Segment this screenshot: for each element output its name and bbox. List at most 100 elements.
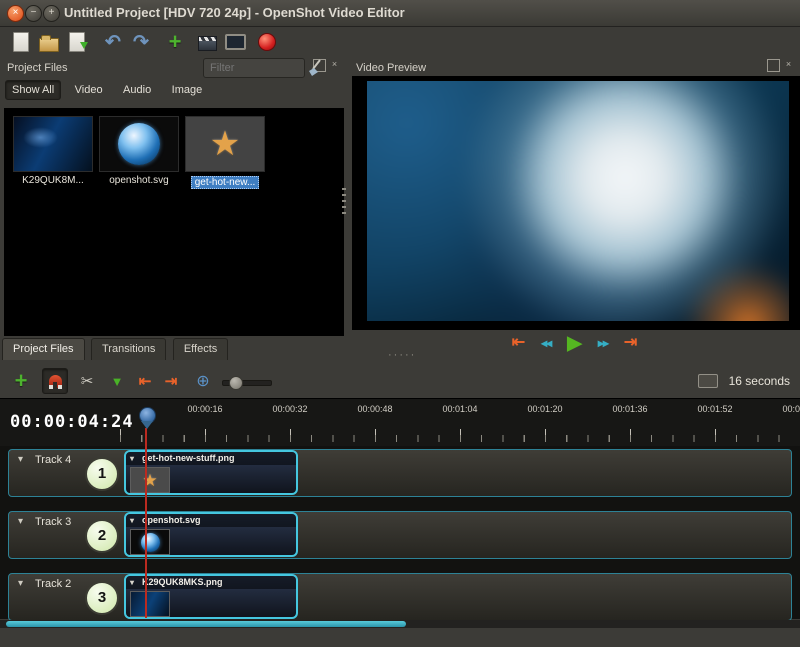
filter-input[interactable] [203, 58, 305, 78]
import-files-button[interactable]: + [162, 29, 188, 55]
track-row-2: ▾ Track 2 3 ▾ K29QUK8MKS.png [8, 573, 792, 621]
video-preview-header: Video Preview [356, 58, 426, 76]
snapping-toggle-button[interactable] [42, 368, 68, 394]
panel-detach-icon[interactable] [767, 59, 780, 72]
redo-icon: ↷ [133, 33, 149, 52]
previous-marker-icon: ⇤ [139, 372, 152, 390]
plus-icon: + [169, 31, 182, 53]
timeline-scrollbar[interactable] [0, 620, 800, 628]
play-button[interactable]: ▶ [567, 334, 582, 353]
timeline-zoom-slider[interactable] [222, 380, 272, 386]
clip-get-hot-new-stuff[interactable]: ▾ get-hot-new-stuff.png ★ [124, 450, 298, 495]
preview-area [352, 76, 800, 330]
vertical-splitter-handle[interactable] [342, 188, 346, 216]
clapperboard-icon [198, 36, 217, 51]
ruler-label: 00:00:48 [345, 404, 405, 414]
zoom-scale-label: 16 seconds [729, 374, 790, 388]
filter-audio-button[interactable]: Audio [116, 80, 158, 100]
title-bar[interactable]: × − + Untitled Project [HDV 720 24p] - O… [0, 0, 800, 27]
plus-icon: + [15, 370, 28, 392]
timeline-scrollbar-thumb[interactable] [6, 621, 406, 627]
file-filter-row: Show All Video Audio Image [5, 80, 211, 104]
save-arrow-icon [80, 42, 88, 53]
scissors-icon: ✂ [81, 372, 94, 390]
open-project-button[interactable] [36, 29, 62, 55]
window-minimize-button[interactable]: − [25, 5, 42, 22]
clip-chevron-icon[interactable]: ▾ [130, 576, 134, 589]
timeline-ruler[interactable]: 00:00:04:24 00:00:16 00:00:32 00:00:48 0… [0, 398, 800, 447]
clip-k29quk8mks[interactable]: ▾ K29QUK8MKS.png [124, 574, 298, 619]
fast-forward-button[interactable]: ▸▸ [598, 337, 608, 349]
new-project-button[interactable] [8, 29, 34, 55]
ruler-label: 00:01:20 [515, 404, 575, 414]
save-project-button[interactable] [64, 29, 90, 55]
clear-filter-button[interactable] [305, 57, 327, 79]
zoom-scale-display: 16 seconds [698, 372, 790, 390]
playhead-line [145, 428, 147, 618]
undo-icon: ↶ [105, 33, 121, 52]
rewind-button[interactable]: ◂◂ [541, 337, 551, 349]
panel-close-icon[interactable]: × [329, 59, 340, 70]
clip-name: get-hot-new-stuff.png [142, 453, 234, 463]
track-name: Track 4 [35, 454, 71, 466]
panel-close-icon[interactable]: × [783, 59, 794, 70]
record-icon [258, 33, 276, 51]
video-frame [367, 81, 789, 321]
openshot-logo [141, 533, 160, 552]
jump-start-button[interactable]: ⇤ [512, 335, 525, 351]
broom-icon [305, 57, 327, 79]
track-chevron-icon[interactable]: ▾ [18, 578, 23, 589]
file-item-selected[interactable]: ★ get-hot-new... [182, 116, 268, 190]
tab-transitions[interactable]: Transitions [91, 338, 166, 360]
open-folder-icon [39, 38, 59, 52]
track-chevron-icon[interactable]: ▾ [18, 454, 23, 465]
new-project-icon [13, 32, 29, 52]
clip-name: K29QUK8MKS.png [142, 577, 223, 587]
playback-controls: ⇤ ◂◂ ▶ ▸▸ ⇥ [349, 330, 800, 356]
tab-effects[interactable]: Effects [173, 338, 228, 360]
next-marker-button[interactable]: ⇥ [158, 368, 184, 394]
clip-thumbnail: ★ [130, 467, 170, 493]
jump-end-button[interactable]: ⇥ [624, 335, 637, 351]
tab-project-files[interactable]: Project Files [2, 338, 85, 360]
clip-thumbnail [130, 591, 170, 617]
previous-marker-button[interactable]: ⇤ [132, 368, 158, 394]
clip-chevron-icon[interactable]: ▾ [130, 452, 134, 465]
window-title: Untitled Project [HDV 720 24p] - OpenSho… [64, 0, 405, 25]
choose-profile-button[interactable] [194, 29, 220, 55]
file-label: K29QUK8M... [10, 175, 96, 186]
timeline-tracks: ▾ Track 4 1 ▾ get-hot-new-stuff.png ★ ▾ … [0, 446, 800, 619]
redo-button[interactable]: ↷ [128, 29, 154, 55]
clip-chevron-icon[interactable]: ▾ [130, 514, 134, 527]
current-time-display: 00:00:04:24 [10, 412, 134, 432]
ruler-label: 00:00:32 [260, 404, 320, 414]
window-close-button[interactable]: × [7, 5, 24, 22]
filter-show-all-button[interactable]: Show All [5, 80, 61, 100]
fullscreen-button[interactable] [222, 29, 248, 55]
filter-image-button[interactable]: Image [165, 80, 210, 100]
undo-button[interactable]: ↶ [100, 29, 126, 55]
track-name: Track 3 [35, 516, 71, 528]
video-preview-title: Video Preview [356, 62, 426, 74]
center-playhead-button[interactable]: ⊕ [190, 368, 216, 394]
track-chevron-icon[interactable]: ▾ [18, 516, 23, 527]
file-label: get-hot-new... [191, 176, 260, 189]
file-item[interactable]: K29QUK8M... [10, 116, 96, 186]
filter-video-button[interactable]: Video [68, 80, 110, 100]
clip-openshot-svg[interactable]: ▾ openshot.svg [124, 512, 298, 557]
add-marker-button[interactable]: ▼ [104, 368, 130, 394]
export-video-button[interactable] [254, 29, 280, 55]
ruler-label: 00:01:36 [600, 404, 660, 414]
annotation-badge-3: 3 [85, 581, 119, 615]
magnet-icon [49, 375, 62, 388]
zoom-slider-handle[interactable] [229, 376, 243, 390]
add-track-button[interactable]: + [8, 368, 34, 394]
bottom-tabs: Project Files Transitions Effects [2, 338, 230, 362]
window-maximize-button[interactable]: + [43, 5, 60, 22]
razor-tool-button[interactable]: ✂ [74, 368, 100, 394]
annotation-badge-2: 2 [85, 519, 119, 553]
horizontal-splitter-handle[interactable]: ····· [388, 352, 416, 358]
video-content [367, 81, 789, 321]
file-item[interactable]: openshot.svg [96, 116, 182, 186]
clip-header: ▾ openshot.svg [126, 514, 296, 527]
